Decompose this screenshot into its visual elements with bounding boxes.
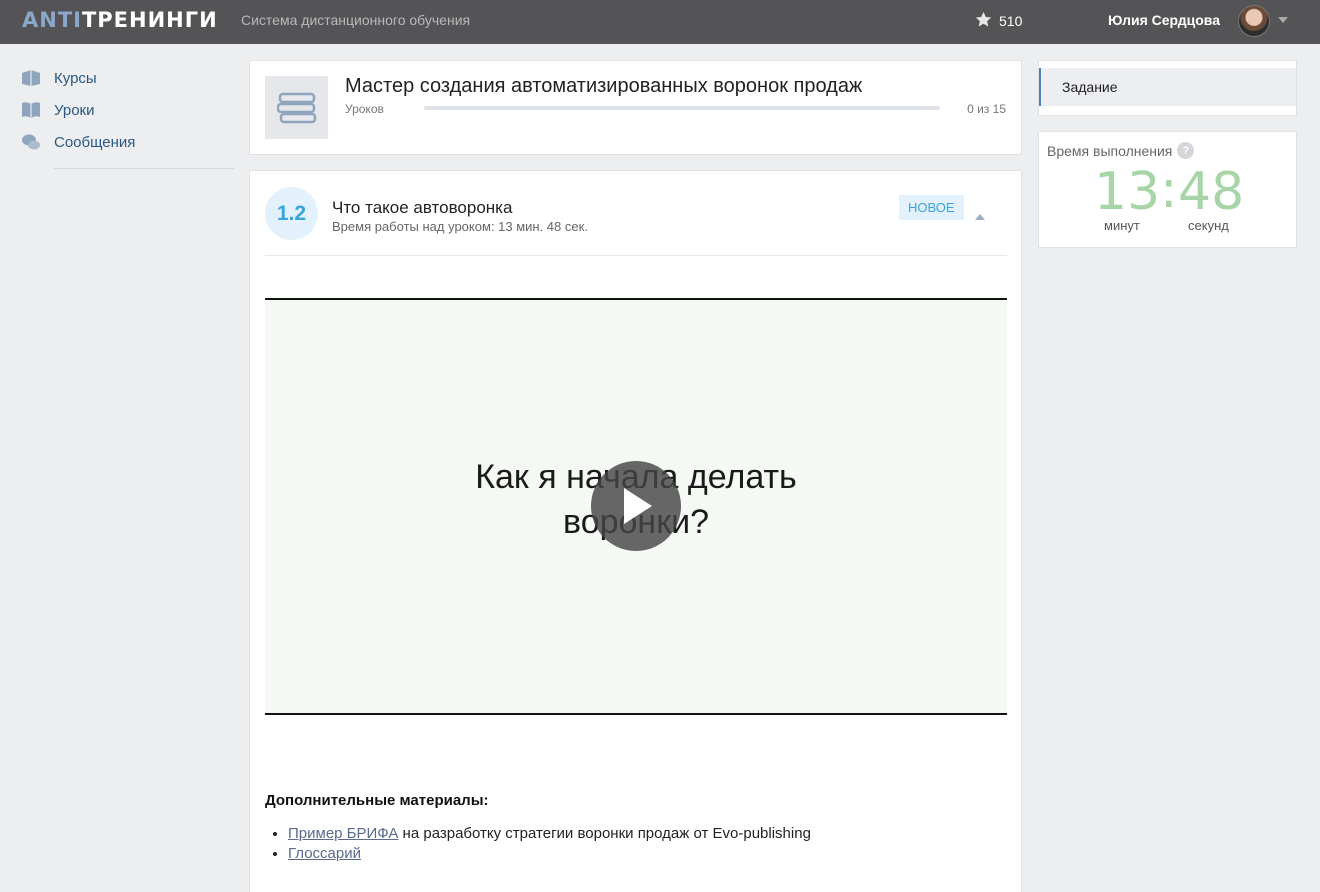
logo[interactable]: ANTIТРЕНИНГИ bbox=[22, 8, 218, 32]
brief-link[interactable]: Пример БРИФА bbox=[288, 825, 398, 842]
timer-minutes: 13 bbox=[1094, 162, 1161, 222]
nav-item-courses[interactable]: Курсы bbox=[20, 62, 234, 94]
chevron-down-icon[interactable] bbox=[1278, 17, 1288, 23]
materials-title: Дополнительные материалы: bbox=[265, 792, 489, 809]
avatar[interactable] bbox=[1238, 5, 1270, 37]
minutes-unit: минут bbox=[1104, 218, 1140, 233]
lesson-title: Что такое автоворонка bbox=[332, 198, 513, 217]
list-item: Пример БРИФА на разработку стратегии вор… bbox=[288, 824, 811, 844]
help-icon[interactable]: ? bbox=[1177, 142, 1195, 159]
course-title: Мастер создания автоматизированных ворон… bbox=[345, 75, 863, 97]
nav-label-lessons: Уроки bbox=[54, 101, 95, 119]
glossary-link[interactable]: Глоссарий bbox=[288, 845, 361, 862]
top-bar: ANTIТРЕНИНГИ Система дистанционного обуч… bbox=[0, 0, 1320, 44]
book-icon bbox=[20, 100, 42, 120]
divider bbox=[265, 255, 1007, 256]
list-item: Глоссарий bbox=[288, 844, 811, 864]
left-nav: Курсы Уроки Сообщения bbox=[20, 62, 234, 169]
seconds-unit: секунд bbox=[1188, 218, 1229, 233]
nav-label-messages: Сообщения bbox=[54, 133, 136, 151]
lesson-card: 1.2 Что такое автоворонка Время работы н… bbox=[249, 170, 1022, 892]
course-progress-bar bbox=[424, 106, 940, 110]
lesson-number: 1.2 bbox=[265, 187, 318, 240]
play-icon bbox=[624, 488, 652, 524]
nav-label-courses: Курсы bbox=[54, 69, 97, 87]
books-icon bbox=[265, 76, 328, 139]
courses-icon bbox=[20, 68, 42, 88]
materials-list: Пример БРИФА на разработку стратегии вор… bbox=[288, 824, 811, 864]
lesson-time-spent: Время работы над уроком: 13 мин. 48 сек. bbox=[332, 219, 588, 234]
progress-count: 0 из 15 bbox=[967, 102, 1006, 116]
task-item[interactable]: Задание bbox=[1039, 68, 1296, 106]
stars-counter[interactable]: 510 bbox=[974, 10, 1022, 29]
nav-item-lessons[interactable]: Уроки bbox=[20, 94, 234, 126]
timer-card: Время выполнения ? 13 : 48 минут секунд bbox=[1038, 131, 1297, 248]
course-card: Мастер создания автоматизированных ворон… bbox=[249, 60, 1022, 155]
status-badge: НОВОЕ bbox=[899, 195, 964, 220]
play-button[interactable] bbox=[591, 461, 681, 551]
timer-seconds: 48 bbox=[1178, 162, 1245, 222]
video-player[interactable]: Как я начала делать воронки? bbox=[265, 298, 1007, 715]
nav-item-messages[interactable]: Сообщения bbox=[20, 126, 234, 158]
star-icon bbox=[975, 11, 992, 27]
timer-label: Время выполнения ? bbox=[1047, 142, 1195, 159]
tagline: Система дистанционного обучения bbox=[241, 12, 471, 28]
nav-divider bbox=[54, 168, 234, 169]
stars-count: 510 bbox=[999, 13, 1023, 29]
chevron-up-icon[interactable] bbox=[975, 214, 985, 220]
user-name[interactable]: Юлия Сердцова bbox=[1108, 12, 1220, 28]
lessons-label: Уроков bbox=[345, 102, 384, 116]
task-card: Задание bbox=[1038, 60, 1297, 116]
messages-icon bbox=[20, 132, 42, 152]
timer-colon: : bbox=[1160, 160, 1178, 220]
